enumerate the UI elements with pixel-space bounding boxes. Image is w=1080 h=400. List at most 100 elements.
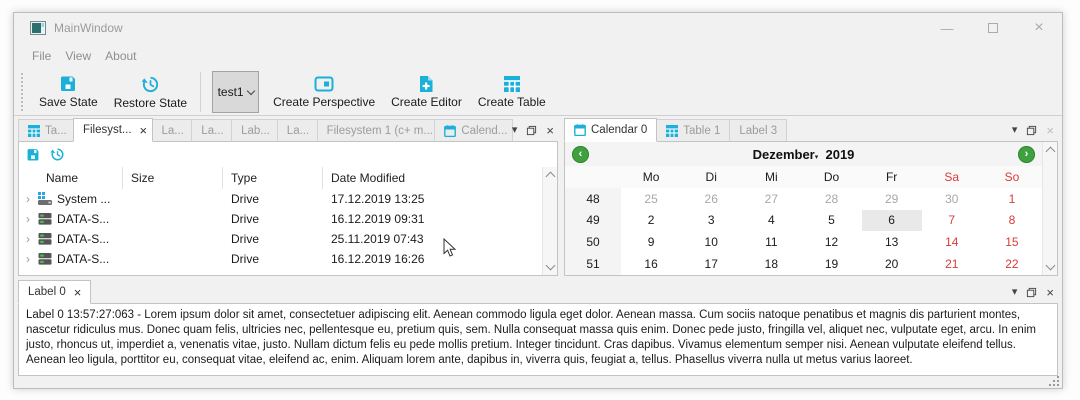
column-header-name[interactable]: Name (19, 167, 123, 189)
tab-label-a[interactable]: La... (152, 119, 193, 142)
right-dock-float-icon[interactable] (1026, 125, 1037, 136)
day-cell[interactable]: 18 (741, 253, 801, 275)
filesystem-toolbar (19, 142, 557, 167)
table-row[interactable]: › DATA-S... Drive 16.12.2019 16:26 (19, 249, 557, 269)
table-row[interactable]: › DATA-S... Drive 16.12.2019 09:31 (19, 209, 557, 229)
expand-icon[interactable]: › (23, 252, 33, 266)
tab-label-3[interactable]: Label 3 (729, 119, 787, 142)
day-cell[interactable]: 8 (982, 210, 1042, 232)
window-title: MainWindow (54, 21, 123, 35)
table-row[interactable]: › DATA-S... Drive 25.11.2019 07:43 (19, 229, 557, 249)
scroll-up-icon[interactable] (545, 172, 555, 182)
day-cell[interactable]: 14 (922, 231, 982, 253)
scroll-down-icon[interactable] (545, 261, 555, 271)
day-cell[interactable]: 3 (681, 210, 741, 232)
close-button[interactable]: × (1016, 13, 1062, 43)
day-cell[interactable]: 4 (741, 210, 801, 232)
toolbar-separator (200, 72, 201, 112)
menu-file[interactable]: File (25, 46, 58, 66)
day-cell[interactable]: 21 (922, 253, 982, 275)
tab-label-c[interactable]: Lab... (231, 119, 278, 142)
column-header-size[interactable]: Size (123, 167, 223, 189)
day-cell[interactable]: 5 (801, 210, 861, 232)
day-cell[interactable]: 17 (681, 253, 741, 275)
tab-close-icon[interactable]: × (140, 123, 148, 138)
menu-view[interactable]: View (58, 46, 98, 66)
day-cell[interactable]: 10 (681, 231, 741, 253)
day-cell-selected[interactable]: 6 (862, 210, 922, 232)
title-bar[interactable]: MainWindow — × (14, 13, 1062, 43)
create-table-label: Create Table (478, 95, 546, 109)
day-cell[interactable]: 29 (862, 188, 922, 210)
scroll-down-icon[interactable] (1045, 261, 1055, 271)
calendar-scrollbar[interactable] (1042, 142, 1057, 275)
day-cell[interactable]: 2 (621, 210, 681, 232)
right-dock-menu-icon[interactable]: ▾ (1012, 125, 1018, 136)
tab-calendar[interactable]: Calend... (434, 119, 513, 142)
calendar-title[interactable]: Dezember▾ 2019 (589, 147, 1018, 162)
day-cell[interactable]: 7 (922, 210, 982, 232)
tab-filesystem-active[interactable]: Filesyst... × (73, 118, 153, 142)
day-cell[interactable]: 15 (982, 231, 1042, 253)
save-icon[interactable] (26, 148, 40, 162)
tab-table-1[interactable]: Table 1 (656, 119, 730, 142)
save-state-button[interactable]: Save State (31, 70, 106, 114)
filesystem-scrollbar[interactable] (542, 167, 557, 275)
prev-month-button[interactable]: ‹ (572, 146, 589, 163)
menu-about[interactable]: About (98, 46, 143, 66)
next-month-button[interactable]: › (1018, 146, 1035, 163)
column-header-type[interactable]: Type (223, 167, 323, 189)
minimize-button[interactable]: — (924, 13, 970, 43)
system-drive-icon (37, 192, 53, 206)
expand-icon[interactable]: › (23, 212, 33, 226)
tab-calendar-0[interactable]: Calendar 0 (564, 118, 657, 142)
create-editor-button[interactable]: Create Editor (383, 70, 470, 114)
day-cell[interactable]: 9 (621, 231, 681, 253)
tab-label-0[interactable]: Label 0 × (18, 280, 91, 304)
day-cell[interactable]: 1 (982, 188, 1042, 210)
tab-close-icon[interactable]: × (74, 285, 82, 300)
tab-table-0[interactable]: Ta... (18, 119, 74, 142)
day-cell[interactable]: 30 (922, 188, 982, 210)
toolbar-grip[interactable] (20, 73, 25, 111)
tab-label-d[interactable]: La... (277, 119, 318, 142)
left-dock-float-icon[interactable] (526, 125, 537, 136)
table-row[interactable]: › System ... Drive 17.12.2019 13:25 (19, 189, 557, 209)
tab-filesystem-1[interactable]: Filesystem 1 (c+ m... (317, 119, 436, 142)
day-cell[interactable]: 26 (681, 188, 741, 210)
calendar-icon (444, 125, 456, 137)
resize-grip-icon[interactable] (1048, 375, 1060, 387)
month-dropdown-icon[interactable]: ▾ (815, 154, 819, 161)
expand-icon[interactable]: › (23, 192, 33, 206)
day-cell[interactable]: 16 (621, 253, 681, 275)
year-label[interactable]: 2019 (825, 147, 854, 162)
day-cell[interactable]: 25 (621, 188, 681, 210)
day-cell[interactable]: 20 (862, 253, 922, 275)
day-cell[interactable]: 22 (982, 253, 1042, 275)
day-cell[interactable]: 19 (801, 253, 861, 275)
bottom-dock-menu-icon[interactable]: ▾ (1012, 287, 1018, 298)
week-number: 48 (565, 188, 621, 210)
bottom-dock-float-icon[interactable] (1026, 287, 1037, 298)
create-table-button[interactable]: Create Table (470, 70, 554, 114)
left-dock-menu-icon[interactable]: ▾ (512, 125, 518, 136)
bottom-dock-close-icon[interactable]: × (1046, 286, 1054, 299)
day-cell[interactable]: 28 (801, 188, 861, 210)
day-cell[interactable]: 13 (862, 231, 922, 253)
day-cell[interactable]: 27 (741, 188, 801, 210)
restore-icon[interactable] (50, 147, 65, 162)
day-cell[interactable]: 11 (741, 231, 801, 253)
column-header-date[interactable]: Date Modified (323, 167, 557, 189)
scroll-up-icon[interactable] (1045, 147, 1055, 157)
filesystem-panel: Name Size Type Date Modified › System ..… (18, 142, 558, 276)
left-dock-close-icon[interactable]: × (546, 124, 554, 137)
create-perspective-button[interactable]: Create Perspective (265, 70, 383, 114)
maximize-button[interactable] (970, 13, 1016, 43)
restore-state-button[interactable]: Restore State (106, 70, 195, 114)
expand-icon[interactable]: › (23, 232, 33, 246)
month-label[interactable]: Dezember (753, 147, 815, 162)
perspective-combo[interactable]: test1 (212, 71, 259, 113)
tab-label-b[interactable]: La... (191, 119, 232, 142)
day-cell[interactable]: 12 (801, 231, 861, 253)
filesystem-table-header[interactable]: Name Size Type Date Modified (19, 167, 557, 189)
